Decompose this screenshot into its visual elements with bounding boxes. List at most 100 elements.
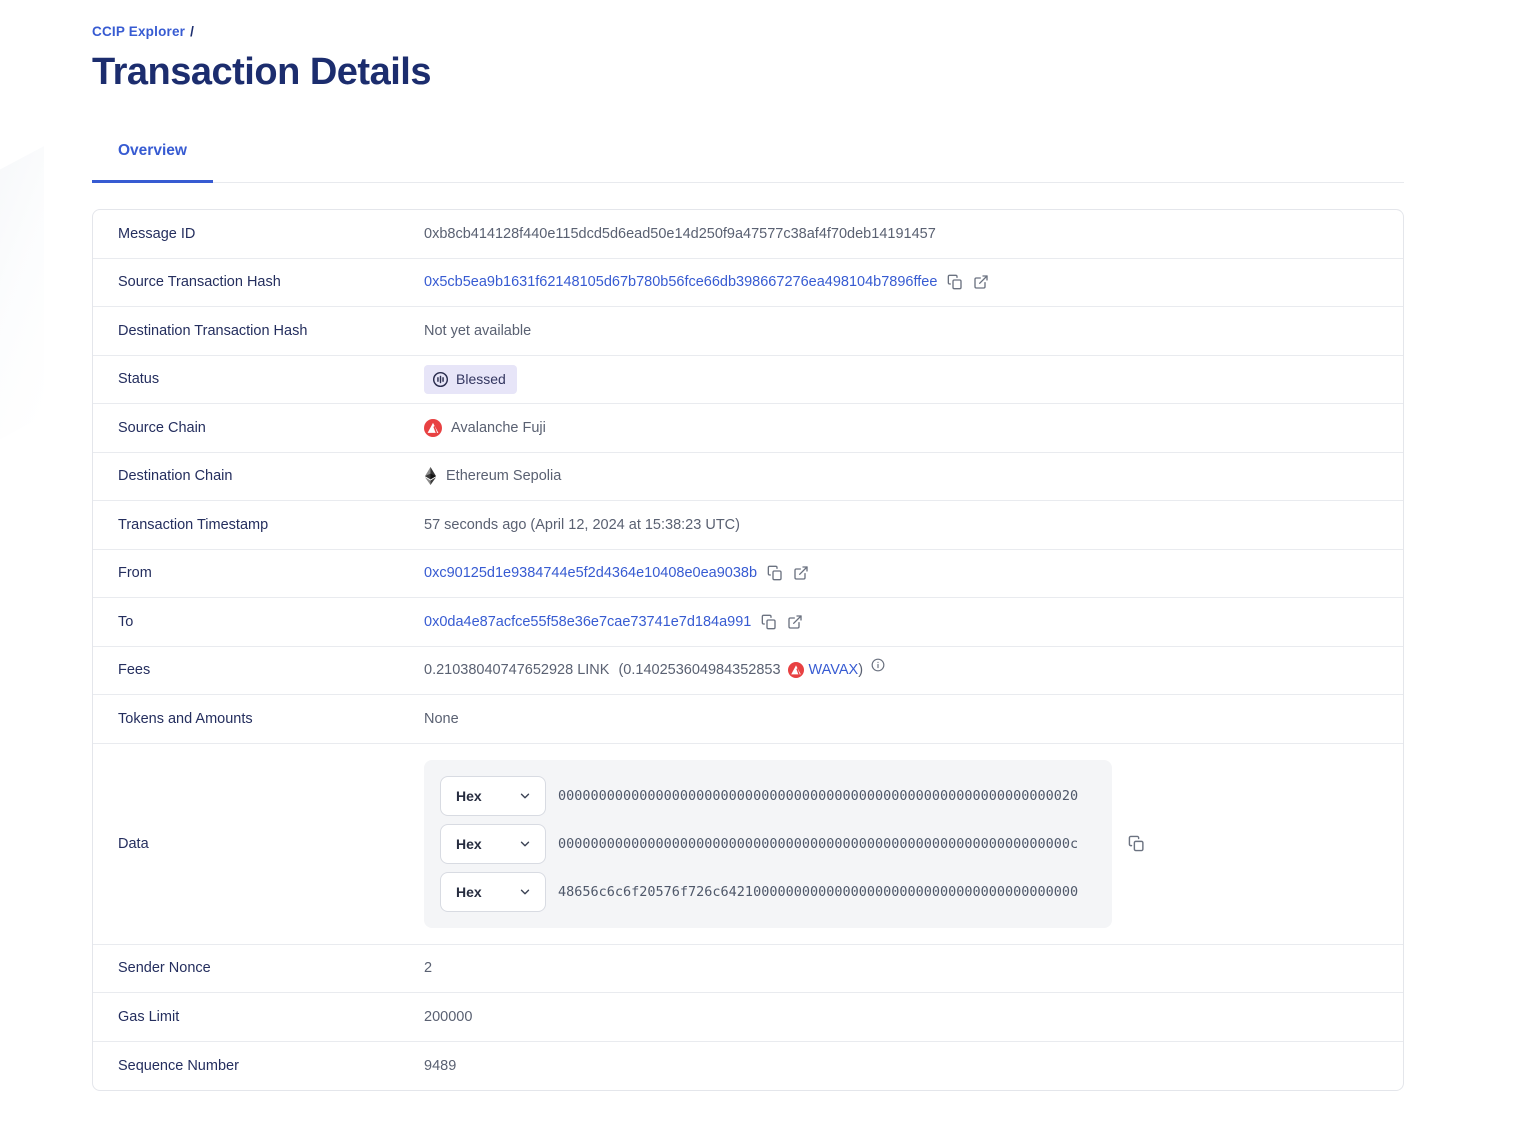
transaction-timestamp-value: 57 seconds ago (April 12, 2024 at 15:38:…	[424, 517, 740, 533]
wavax-token-link[interactable]: WAVAX	[809, 662, 859, 678]
chevron-down-icon	[518, 885, 532, 899]
hex-format-label: Hex	[456, 788, 482, 804]
gas-limit-value: 200000	[424, 1009, 472, 1025]
row-label: To	[93, 614, 424, 630]
fees-value: 0.21038040747652928 LINK (0.140253604984…	[424, 662, 885, 678]
chevron-down-icon	[518, 837, 532, 851]
sender-nonce-value: 2	[424, 960, 432, 976]
row-data: Data Hex 0000000000000000000000000000000…	[93, 744, 1403, 945]
external-link-icon	[787, 614, 803, 630]
breadcrumb-separator: /	[190, 24, 194, 39]
hex-line-text: 48656c6c6f20576f726c64210000000000000000…	[558, 884, 1078, 900]
to-value: 0x0da4e87acfce55f58e36e7cae73741e7d184a9…	[424, 614, 803, 630]
row-to: To 0x0da4e87acfce55f58e36e7cae73741e7d18…	[93, 598, 1403, 647]
row-label: Source Transaction Hash	[93, 274, 424, 290]
external-link-icon	[973, 274, 989, 290]
row-label: Destination Transaction Hash	[93, 323, 424, 339]
blessed-status-icon	[432, 371, 449, 388]
external-link-button[interactable]	[973, 274, 989, 290]
background-decoration	[0, 146, 44, 464]
data-copy-button[interactable]	[1128, 835, 1145, 852]
hex-format-select[interactable]: Hex	[440, 824, 546, 864]
hex-format-select[interactable]: Hex	[440, 776, 546, 816]
page-container: CCIP Explorer / Transaction Details Overv…	[92, 0, 1404, 1091]
row-destination-chain: Destination Chain Ethereum Sepolia	[93, 453, 1403, 502]
copy-icon	[761, 614, 777, 630]
fees-wavax-amount: (0.140253604984352853	[618, 662, 780, 678]
destination-chain-value: Ethereum Sepolia	[424, 467, 561, 485]
data-hex-box: Hex 000000000000000000000000000000000000…	[424, 760, 1112, 928]
row-fees: Fees 0.21038040747652928 LINK (0.1402536…	[93, 647, 1403, 696]
row-label: Fees	[93, 662, 424, 678]
row-tokens-and-amounts: Tokens and Amounts None	[93, 695, 1403, 744]
data-value: Hex 000000000000000000000000000000000000…	[424, 744, 1145, 944]
row-label: Sequence Number	[93, 1058, 424, 1074]
copy-button[interactable]	[761, 614, 777, 630]
hex-line-text: 0000000000000000000000000000000000000000…	[558, 836, 1078, 852]
wavax-token-icon	[788, 662, 804, 678]
fees-link-amount: 0.21038040747652928 LINK	[424, 662, 609, 678]
status-badge: Blessed	[424, 365, 517, 394]
row-label: Destination Chain	[93, 468, 424, 484]
source-transaction-hash-value: 0x5cb5ea9b1631f62148105d67b780b56fce66db…	[424, 274, 989, 290]
hex-format-label: Hex	[456, 884, 482, 900]
tab-overview[interactable]: Overview	[92, 140, 213, 183]
tokens-and-amounts-value: None	[424, 711, 459, 727]
info-icon	[871, 658, 885, 672]
message-id-value: 0xb8cb414128f440e115dcd5d6ead50e14d250f9…	[424, 226, 936, 242]
row-label: Data	[93, 836, 424, 852]
breadcrumb: CCIP Explorer /	[92, 24, 1404, 39]
to-address-link[interactable]: 0x0da4e87acfce55f58e36e7cae73741e7d184a9…	[424, 614, 751, 630]
hex-line-row: Hex 48656c6c6f20576f726c6421000000000000…	[440, 872, 1096, 912]
copy-icon	[947, 274, 963, 290]
copy-icon	[767, 565, 783, 581]
row-sender-nonce: Sender Nonce 2	[93, 945, 1403, 994]
from-address-link[interactable]: 0xc90125d1e9384744e5f2d4364e10408e0ea903…	[424, 565, 757, 581]
copy-button[interactable]	[767, 565, 783, 581]
destination-chain-name: Ethereum Sepolia	[446, 468, 561, 484]
hex-line-row: Hex 000000000000000000000000000000000000…	[440, 824, 1096, 864]
hex-line-row: Hex 000000000000000000000000000000000000…	[440, 776, 1096, 816]
row-destination-transaction-hash: Destination Transaction Hash Not yet ava…	[93, 307, 1403, 356]
row-label: Tokens and Amounts	[93, 711, 424, 727]
tab-bar: Overview	[92, 140, 1404, 183]
chevron-down-icon	[518, 789, 532, 803]
row-label: Sender Nonce	[93, 960, 424, 976]
hex-line-text: 0000000000000000000000000000000000000000…	[558, 788, 1078, 804]
external-link-icon	[793, 565, 809, 581]
row-label: Source Chain	[93, 420, 424, 436]
row-from: From 0xc90125d1e9384744e5f2d4364e10408e0…	[93, 550, 1403, 599]
copy-icon	[1128, 835, 1145, 852]
hex-format-select[interactable]: Hex	[440, 872, 546, 912]
ethereum-sepolia-icon	[424, 467, 437, 485]
external-link-button[interactable]	[787, 614, 803, 630]
row-sequence-number: Sequence Number 9489	[93, 1042, 1403, 1091]
breadcrumb-link-ccip-explorer[interactable]: CCIP Explorer	[92, 24, 185, 39]
row-source-chain: Source Chain Avalanche Fuji	[93, 404, 1403, 453]
row-label: Gas Limit	[93, 1009, 424, 1025]
avalanche-fuji-icon	[424, 419, 442, 437]
row-label: Message ID	[93, 226, 424, 242]
copy-button[interactable]	[947, 274, 963, 290]
page-title: Transaction Details	[92, 51, 1404, 94]
fees-paren-close: )	[858, 662, 863, 678]
row-label: From	[93, 565, 424, 581]
destination-transaction-hash-value: Not yet available	[424, 323, 531, 339]
status-value: Blessed	[424, 365, 517, 394]
status-badge-label: Blessed	[456, 371, 506, 387]
hex-format-label: Hex	[456, 836, 482, 852]
row-transaction-timestamp: Transaction Timestamp 57 seconds ago (Ap…	[93, 501, 1403, 550]
source-chain-value: Avalanche Fuji	[424, 419, 546, 437]
row-label: Status	[93, 371, 424, 387]
fees-info-button[interactable]	[871, 658, 885, 672]
from-value: 0xc90125d1e9384744e5f2d4364e10408e0ea903…	[424, 565, 809, 581]
row-status: Status Blessed	[93, 356, 1403, 405]
row-message-id: Message ID 0xb8cb414128f440e115dcd5d6ead…	[93, 210, 1403, 259]
source-transaction-hash-link[interactable]: 0x5cb5ea9b1631f62148105d67b780b56fce66db…	[424, 274, 937, 290]
transaction-details-table: Message ID 0xb8cb414128f440e115dcd5d6ead…	[92, 209, 1404, 1091]
source-chain-name: Avalanche Fuji	[451, 420, 546, 436]
sequence-number-value: 9489	[424, 1058, 456, 1074]
external-link-button[interactable]	[793, 565, 809, 581]
row-label: Transaction Timestamp	[93, 517, 424, 533]
row-gas-limit: Gas Limit 200000	[93, 993, 1403, 1042]
